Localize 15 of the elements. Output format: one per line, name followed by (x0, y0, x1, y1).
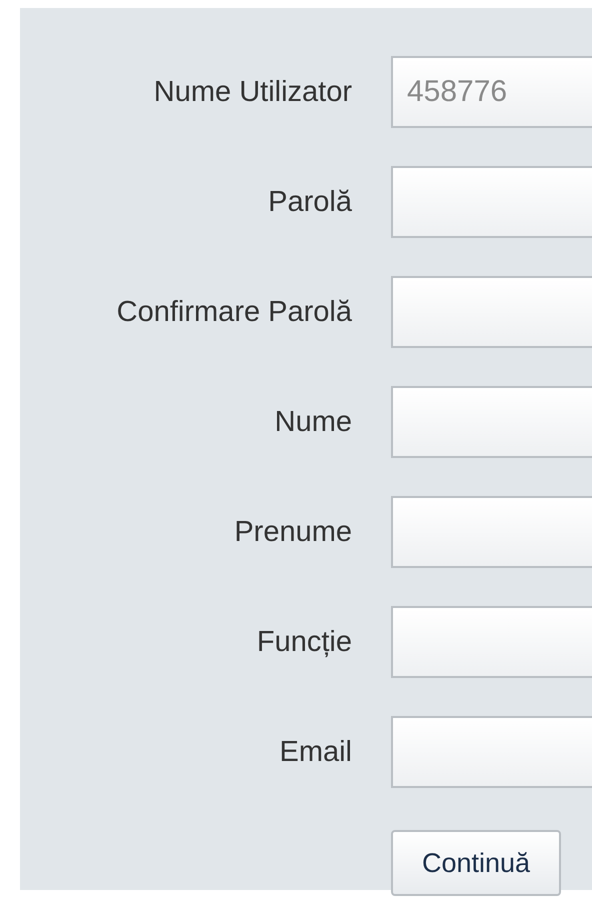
input-field[interactable] (391, 276, 592, 348)
field-label: Email (278, 736, 352, 768)
input-field[interactable] (391, 496, 592, 568)
field-label: Parolă (267, 186, 352, 218)
input-field[interactable]: 458776 (391, 56, 592, 128)
input-field[interactable] (391, 386, 592, 458)
field-label: Confirmare Parolă (116, 296, 352, 328)
input-field[interactable] (391, 166, 592, 238)
field-label: Nume Utilizator (152, 76, 352, 108)
field-label: Nume (274, 406, 352, 438)
field-label: Prenume (233, 516, 352, 548)
input-field[interactable] (391, 606, 592, 678)
field-label: Funcție (256, 626, 352, 658)
input-field[interactable] (391, 716, 592, 788)
continue-button[interactable]: Continuă (391, 830, 561, 896)
